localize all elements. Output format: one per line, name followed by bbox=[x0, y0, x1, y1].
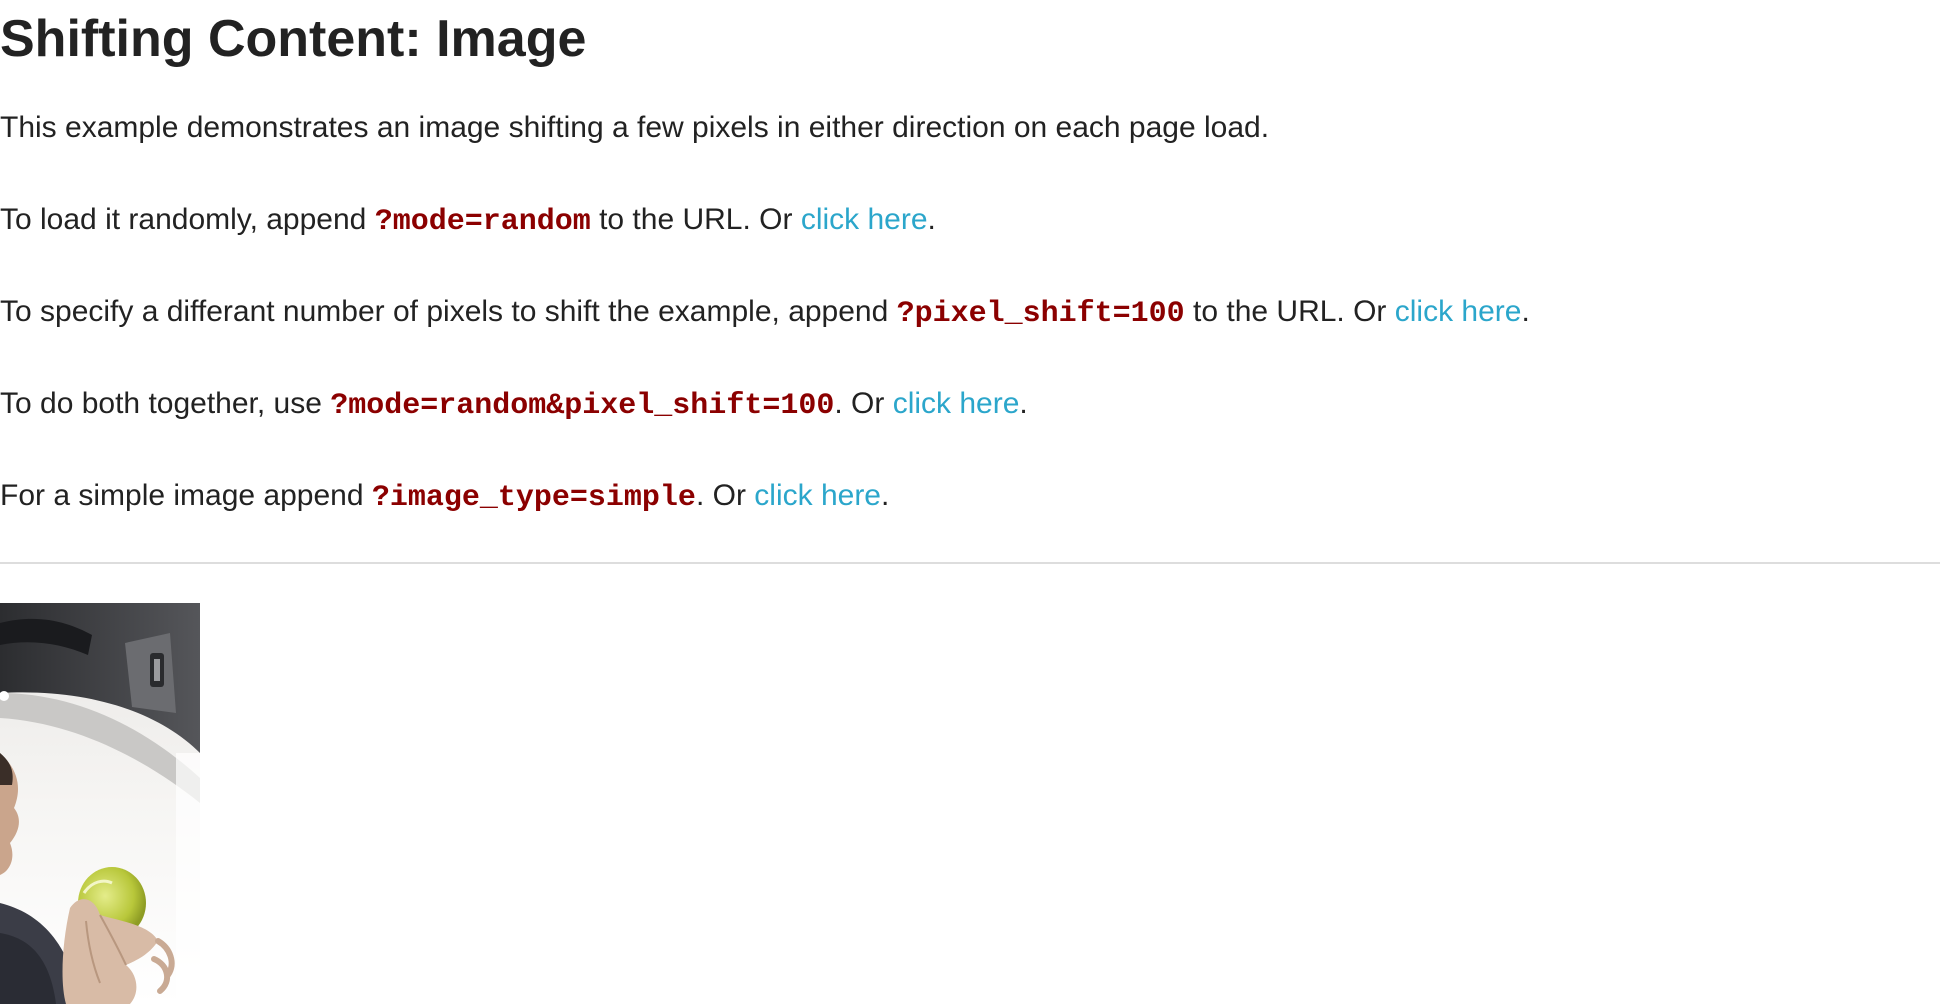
instruction-suffix: . bbox=[881, 479, 890, 512]
pixel-shift-link[interactable]: click here bbox=[1395, 295, 1522, 328]
combined-param: ?mode=random&pixel_shift=100 bbox=[330, 389, 835, 423]
instruction-prefix: To load it randomly, append bbox=[0, 203, 375, 236]
simple-image-instruction: For a simple image append ?image_type=si… bbox=[0, 476, 889, 518]
page-title: Shifting Content: Image bbox=[0, 10, 587, 68]
simple-image-param: ?image_type=simple bbox=[371, 481, 696, 515]
random-mode-link[interactable]: click here bbox=[801, 203, 928, 236]
instruction-prefix: To specify a differant number of pixels … bbox=[0, 295, 897, 328]
pixel-shift-instruction: To specify a differant number of pixels … bbox=[0, 292, 1530, 334]
instruction-suffix: . bbox=[1521, 295, 1530, 328]
divider bbox=[0, 562, 1940, 564]
instruction-middle: . Or bbox=[695, 479, 755, 512]
page-content: Shifting Content: Image This example dem… bbox=[0, 0, 1940, 1004]
shifting-image-photo bbox=[0, 603, 200, 1004]
instruction-middle: to the URL. Or bbox=[1184, 295, 1395, 328]
instruction-suffix: . bbox=[1019, 387, 1028, 420]
simple-image-link[interactable]: click here bbox=[754, 479, 881, 512]
instruction-prefix: For a simple image append bbox=[0, 479, 372, 512]
shifting-image bbox=[0, 603, 200, 1004]
instruction-middle: . Or bbox=[834, 387, 893, 420]
random-mode-param: ?mode=random bbox=[374, 205, 591, 239]
combined-link[interactable]: click here bbox=[893, 387, 1020, 420]
instruction-middle: to the URL. Or bbox=[590, 203, 801, 236]
combined-instruction: To do both together, use ?mode=random&pi… bbox=[0, 384, 1028, 426]
pixel-shift-param: ?pixel_shift=100 bbox=[896, 297, 1185, 331]
instruction-suffix: . bbox=[927, 203, 936, 236]
intro-text: This example demonstrates an image shift… bbox=[0, 111, 1270, 144]
instruction-prefix: To do both together, use bbox=[0, 387, 331, 420]
random-mode-instruction: To load it randomly, append ?mode=random… bbox=[0, 200, 936, 242]
